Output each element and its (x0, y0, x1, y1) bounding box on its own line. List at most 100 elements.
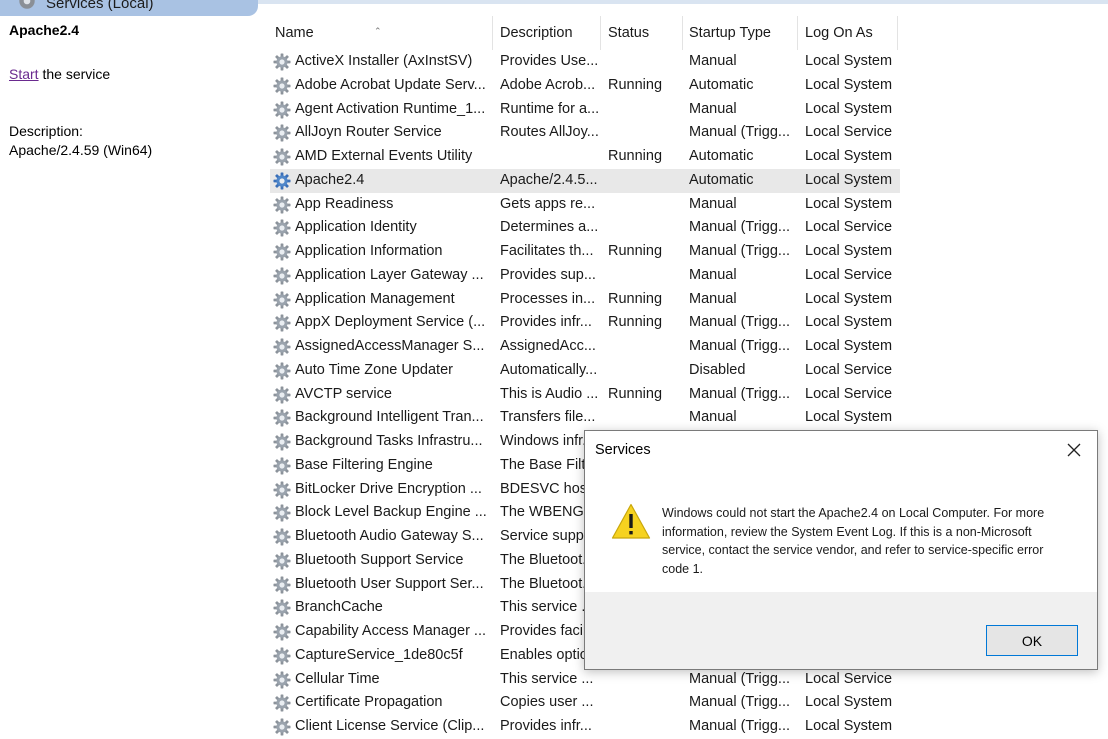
service-logon-cell: Local System (805, 409, 893, 426)
service-gear-icon (272, 432, 292, 452)
service-name-cell[interactable]: Bluetooth Support Service (272, 549, 490, 573)
service-logon-cell: Local System (805, 171, 893, 188)
service-status-cell (608, 216, 682, 240)
service-startup-cell: Manual (Trigg... (689, 694, 790, 711)
table-row[interactable]: Agent Activation Runtime_1... Runtime for… (270, 98, 900, 122)
service-name-cell[interactable]: AppX Deployment Service (... (272, 311, 490, 335)
service-description-cell: Processes in... (500, 290, 596, 307)
services-header: Services (Local) (0, 0, 1108, 16)
service-name-cell[interactable]: Application Management (272, 288, 490, 312)
service-name: Bluetooth Audio Gateway S... (295, 528, 484, 544)
service-name-cell[interactable]: Block Level Backup Engine ... (272, 501, 490, 525)
table-row[interactable]: App Readiness Gets apps re... Manual Local … (270, 193, 900, 217)
table-row[interactable]: AMD External Events Utility Running Automa… (270, 145, 900, 169)
service-name: Auto Time Zone Updater (295, 361, 453, 378)
table-row[interactable]: Auto Time Zone Updater Automatically... Di… (270, 359, 900, 383)
service-status-cell (608, 193, 682, 217)
dialog-title: Services (595, 442, 651, 458)
service-logon-cell: Local System (805, 148, 893, 164)
service-logon-cell: Local Service (805, 124, 893, 141)
service-name-cell[interactable]: Bluetooth User Support Ser... (272, 573, 490, 597)
table-row[interactable]: Application Identity Determines a... Manua… (270, 216, 900, 240)
table-row[interactable]: Application Information Facilitates th...… (270, 240, 900, 264)
service-name-cell[interactable]: Base Filtering Engine (272, 454, 490, 478)
service-description-cell: Automatically... (500, 361, 598, 378)
table-row[interactable]: ActiveX Installer (AxInstSV) Provides Use… (270, 50, 900, 74)
service-gear-icon (272, 147, 292, 167)
table-row[interactable]: Application Management Processes in... Run… (270, 288, 900, 312)
column-header-log-on-as[interactable]: Log On As (800, 16, 898, 50)
table-row[interactable]: AllJoyn Router Service Routes AllJoy... Ma… (270, 121, 900, 145)
service-gear-icon (272, 670, 292, 690)
table-row[interactable]: Cellular Time This service ... Manual (Tri… (270, 668, 900, 692)
service-startup-cell: Manual (689, 100, 737, 117)
table-row[interactable]: AppX Deployment Service (... Provides inf… (270, 311, 900, 335)
service-logon-cell: Local Service (805, 266, 893, 283)
service-name: Bluetooth User Support Ser... (295, 575, 484, 592)
service-status-cell (608, 406, 682, 430)
service-description: Description: Apache/2.4.59 (Win64) (9, 122, 152, 160)
service-description-cell: Apache/2.4.5... (500, 171, 598, 188)
table-row[interactable]: Client License Service (Clip... Provides … (270, 715, 900, 739)
service-name-cell[interactable]: Auto Time Zone Updater (272, 359, 490, 383)
service-description-cell: Determines a... (500, 219, 599, 236)
service-name-cell[interactable]: Certificate Propagation (272, 691, 490, 715)
service-name-cell[interactable]: Agent Activation Runtime_1... (272, 98, 490, 122)
service-name-cell[interactable]: Application Identity (272, 216, 490, 240)
table-row[interactable]: Background Intelligent Tran... Transfers … (270, 406, 900, 430)
service-name-cell[interactable]: Application Layer Gateway ... (272, 264, 490, 288)
table-row[interactable]: AssignedAccessManager S... AssignedAcc...… (270, 335, 900, 359)
service-name-cell[interactable]: AllJoyn Router Service (272, 121, 490, 145)
service-status-cell: Running (608, 290, 663, 307)
service-logon-cell: Local System (805, 718, 893, 734)
service-name-cell[interactable]: AssignedAccessManager S... (272, 335, 490, 359)
table-row[interactable]: Application Layer Gateway ... Provides su… (270, 264, 900, 288)
service-logon-cell: Local System (805, 100, 893, 117)
service-startup-cell: Manual (689, 266, 737, 283)
column-header-status[interactable]: Status (603, 16, 683, 50)
service-gear-icon (272, 100, 292, 120)
service-description-cell: Routes AllJoy... (500, 124, 599, 141)
column-header-startup-type[interactable]: Startup Type (684, 16, 798, 50)
service-name-cell[interactable]: CaptureService_1de80c5f (272, 644, 490, 668)
service-description-cell: Copies user ... (500, 694, 594, 711)
service-name-cell[interactable]: ActiveX Installer (AxInstSV) (272, 50, 490, 74)
service-name-cell[interactable]: Client License Service (Clip... (272, 715, 490, 739)
start-service-link[interactable]: Start (9, 66, 39, 82)
service-status-cell (608, 335, 682, 359)
service-status-cell (608, 715, 682, 739)
service-name: Application Information (295, 243, 443, 259)
service-description-cell: AssignedAcc... (500, 338, 596, 354)
table-row[interactable]: AVCTP service This is Audio ... Running Man… (270, 383, 900, 407)
service-name-cell[interactable]: Application Information (272, 240, 490, 264)
service-name-cell[interactable]: Apache2.4 (272, 169, 490, 193)
service-name-cell[interactable]: Adobe Acrobat Update Serv... (272, 74, 490, 98)
table-row[interactable]: Certificate Propagation Copies user ... Ma… (270, 691, 900, 715)
ok-button[interactable]: OK (986, 625, 1078, 656)
service-gear-icon (272, 195, 292, 215)
description-value: Apache/2.4.59 (Win64) (9, 142, 153, 158)
service-name-cell[interactable]: Cellular Time (272, 668, 490, 692)
dialog-close-button[interactable] (1051, 431, 1097, 469)
service-status-cell (608, 50, 682, 74)
service-name-cell[interactable]: App Readiness (272, 193, 490, 217)
service-name-cell[interactable]: AMD External Events Utility (272, 145, 490, 169)
service-status-cell: Running (608, 314, 663, 331)
service-startup-cell: Manual (Trigg... (689, 124, 790, 141)
service-description-cell: This is Audio ... (500, 385, 599, 402)
service-gear-icon (272, 266, 292, 286)
table-row[interactable]: Adobe Acrobat Update Serv... Adobe Acrob.… (270, 74, 900, 98)
service-name-cell[interactable]: AVCTP service (272, 383, 490, 407)
service-name-cell[interactable]: BitLocker Drive Encryption ... (272, 478, 490, 502)
service-name-cell[interactable]: Background Tasks Infrastru... (272, 430, 490, 454)
service-startup-cell: Manual (Trigg... (689, 314, 790, 331)
column-header-name[interactable]: Name ⌃ (270, 16, 493, 50)
table-row[interactable]: Apache2.4 Apache/2.4.5... Automatic Local S… (270, 168, 900, 193)
service-name-cell[interactable]: Capability Access Manager ... (272, 620, 490, 644)
service-name-cell[interactable]: Bluetooth Audio Gateway S... (272, 525, 490, 549)
service-gear-icon (272, 717, 292, 737)
service-startup-cell: Manual (689, 290, 737, 307)
service-name-cell[interactable]: BranchCache (272, 596, 490, 620)
column-header-description[interactable]: Description (495, 16, 601, 50)
service-name-cell[interactable]: Background Intelligent Tran... (272, 406, 490, 430)
